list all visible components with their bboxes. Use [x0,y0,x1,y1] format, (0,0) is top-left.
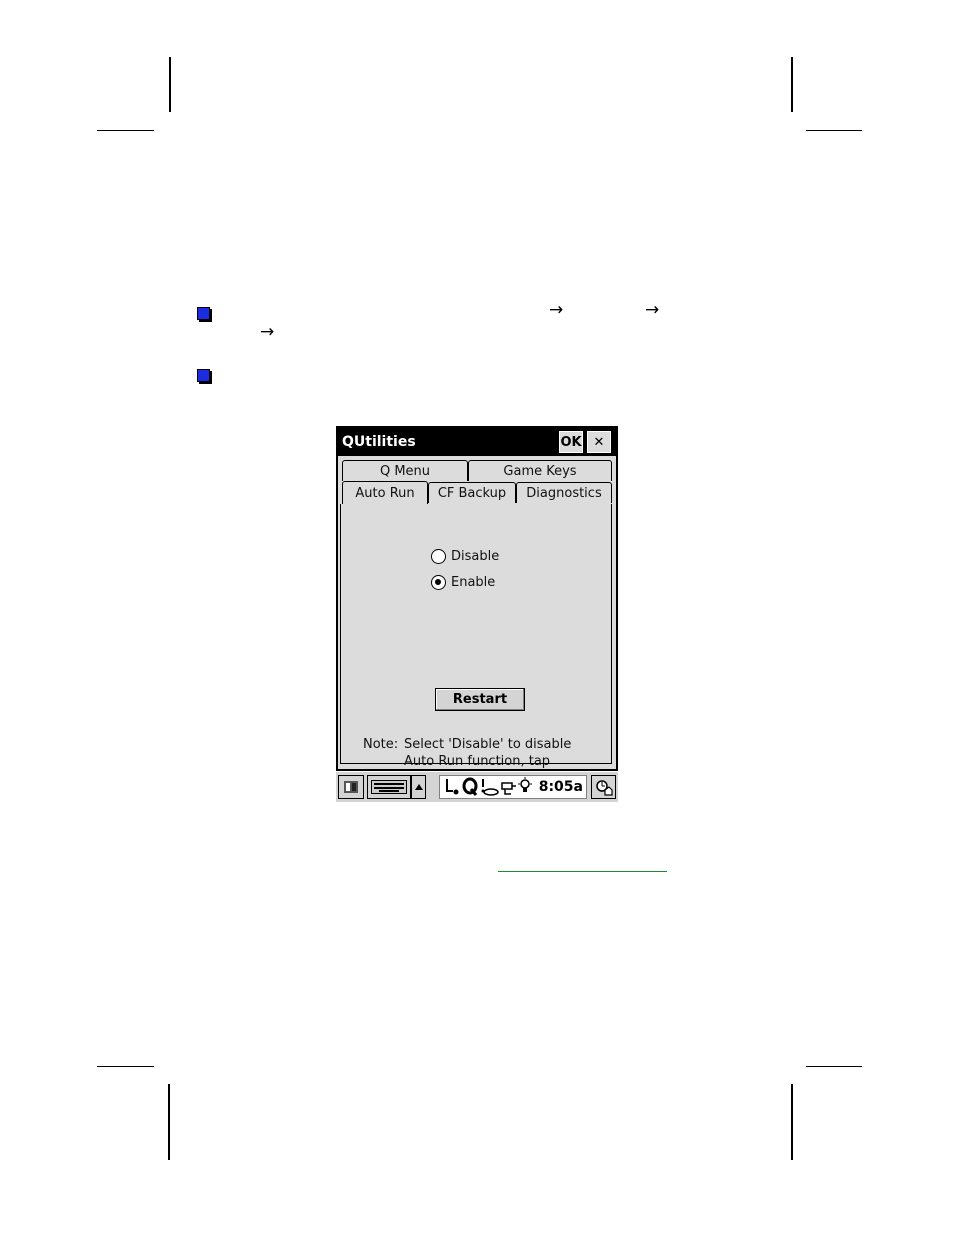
crop-mark [169,57,171,112]
title-bar: QUtilities OK ✕ [338,428,616,456]
tab-game-keys[interactable]: Game Keys [468,460,612,481]
connection-icon[interactable] [443,777,461,797]
tab-q-menu[interactable]: Q Menu [342,460,468,481]
clock[interactable]: 8:05a [539,779,583,795]
enable-option[interactable]: Enable [431,575,495,590]
close-button[interactable]: ✕ [587,431,611,453]
tab-diagnostics[interactable]: Diagnostics [516,482,612,503]
device-screen: QUtilities OK ✕ Q Menu Game Keys Auto Ru… [336,426,618,802]
tab-cf-backup[interactable]: CF Backup [428,482,516,503]
q-icon[interactable] [461,777,479,797]
crop-mark [97,1066,154,1067]
volume-icon[interactable] [479,777,499,797]
enable-label: Enable [451,575,496,590]
arrow-icon: → [645,300,660,320]
enable-radio[interactable] [431,575,446,590]
disable-label: Disable [451,549,500,564]
system-tray: 8:05a [439,775,587,799]
arrow-icon: → [549,300,564,320]
bullet-icon [197,307,210,320]
restart-button[interactable]: Restart [435,688,525,711]
power-icon[interactable] [499,777,517,797]
taskbar: 8:05a [336,771,618,802]
crop-mark [791,1084,793,1160]
auto-run-panel: Disable Enable Restart Note: Select 'Dis… [340,504,612,802]
crop-mark [97,130,154,131]
disable-radio[interactable] [431,549,446,564]
window-title: QUtilities [342,434,416,450]
qutilities-window: QUtilities OK ✕ Q Menu Game Keys Auto Ru… [338,428,616,802]
crop-mark [806,130,862,131]
crop-mark [806,1066,862,1067]
crop-mark [791,57,793,112]
crop-mark [168,1084,170,1160]
disable-option[interactable]: Disable [431,549,499,564]
start-icon[interactable] [338,775,364,799]
arrow-icon: → [260,322,275,342]
desktop-icon[interactable] [591,775,616,799]
ok-button[interactable]: OK [559,431,583,453]
note-label: Note: [363,737,399,752]
link-underline[interactable] [498,871,667,872]
backlight-icon[interactable] [517,777,533,797]
up-arrow-icon[interactable] [411,775,426,799]
tab-auto-run[interactable]: Auto Run [342,481,428,505]
keyboard-icon[interactable] [367,775,411,799]
bullet-icon [197,369,210,382]
